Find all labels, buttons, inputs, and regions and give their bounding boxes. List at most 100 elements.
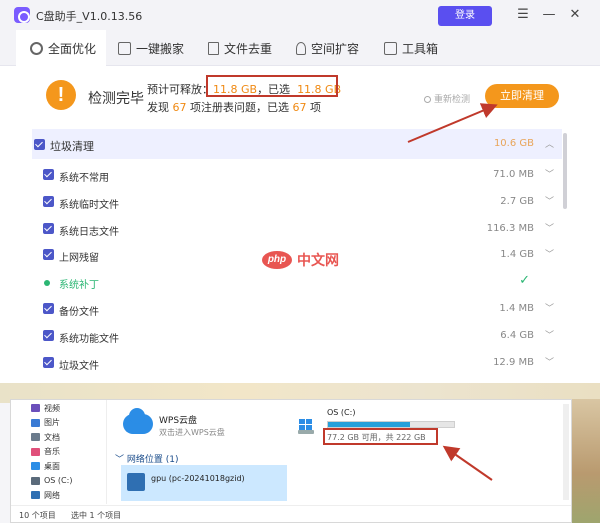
junk-item-label: 系统功能文件 [59, 333, 119, 345]
junk-item-row[interactable]: 垃圾文件 12.9 MB ﹀ [32, 350, 562, 377]
windows-drive-icon[interactable] [297, 419, 315, 434]
done-dot-icon [44, 280, 50, 287]
scan-status-panel: ! 检测完毕 预计可释放：11.8 GB，已选 11.8 GB 发现 67 项注… [32, 66, 568, 126]
junk-item-size: 71.0 MB [493, 169, 534, 180]
tab-toolbox[interactable]: 工具箱 [384, 30, 438, 66]
junk-item-label: 系统临时文件 [59, 199, 119, 211]
found-prefix: 发现 [147, 101, 169, 114]
rescan-link[interactable]: 重新检测 [424, 92, 470, 105]
junk-item-checkbox[interactable] [43, 329, 54, 341]
login-button[interactable]: 登录 [438, 6, 492, 26]
chevron-down-icon[interactable]: ﹀ [545, 221, 554, 234]
clean-now-button[interactable]: 立即清理 [485, 84, 559, 108]
network-locations-header[interactable]: ﹀ 网络位置 (1) [115, 452, 179, 465]
wps-cloud-name[interactable]: WPS云盘 [159, 413, 197, 426]
junk-item-row[interactable]: 系统不常用 71.0 MB ﹀ [32, 162, 562, 189]
tab-one-click-move[interactable]: 一键搬家 [118, 30, 184, 66]
watermark-text: 中文网 [297, 253, 339, 269]
status-title: 检测完毕 [88, 91, 144, 107]
rescan-label: 重新检测 [434, 95, 471, 105]
wps-cloud-desc: 双击进入WPS云盘 [159, 428, 225, 437]
junk-item-label: 上网残留 [59, 253, 99, 265]
tab-label: 空间扩容 [311, 41, 360, 56]
desktop-background-right [572, 399, 600, 523]
junk-item-size: 6.4 GB [500, 329, 534, 341]
junk-item-row[interactable]: 系统补丁 ✓ [32, 269, 562, 296]
tab-label: 文件去重 [224, 41, 273, 56]
sidebar-item-label: OS (C:) [44, 476, 73, 485]
box-icon [118, 41, 131, 55]
junk-item-checkbox[interactable] [43, 222, 54, 234]
sidebar-item[interactable]: 网络 [31, 487, 60, 503]
chevron-down-icon[interactable]: ﹀ [545, 167, 554, 180]
found-count: 67 [172, 101, 187, 114]
title-bar: C盘助手_V1.0.13.56 登录 ☰ — ✕ [0, 0, 600, 30]
junk-item-checkbox[interactable] [43, 356, 54, 368]
list-scrollbar[interactable] [563, 133, 567, 209]
explorer-sidebar: 视频 图片 文档 音乐 桌面 OS (C:) 网络 [11, 400, 107, 504]
drive-name[interactable]: OS (C:) [327, 408, 355, 417]
junk-item-size: 12.9 MB [493, 356, 534, 368]
junk-item-checkbox[interactable] [43, 195, 54, 207]
tab-full-optimize[interactable]: 全面优化 [16, 30, 106, 66]
chevron-up-icon[interactable]: ︿ [545, 137, 554, 150]
chevron-down-icon[interactable]: ﹀ [545, 247, 554, 260]
folder-icon [31, 418, 40, 427]
warning-icon: ! [46, 80, 76, 110]
tab-space-expand[interactable]: 空间扩容 [296, 30, 359, 66]
refresh-icon [424, 96, 431, 103]
chevron-down-icon[interactable]: ﹀ [545, 301, 554, 314]
gear-icon [30, 41, 43, 55]
junk-item-row[interactable]: 系统日志文件 116.3 MB ﹀ [32, 216, 562, 243]
network-location-item[interactable]: gpu (pc-20241018gzid) [121, 465, 287, 501]
cloud-icon[interactable] [123, 408, 153, 434]
file-icon [208, 41, 219, 55]
watermark-logo: php [262, 251, 292, 269]
chevron-down-icon: ﹀ [115, 455, 125, 465]
junk-item-checkbox[interactable] [43, 249, 54, 261]
junk-item-label: 系统补丁 [59, 280, 99, 292]
category-label: 垃圾清理 [50, 140, 94, 153]
category-checkbox[interactable] [34, 139, 45, 150]
explorer-scrollbar[interactable] [563, 404, 569, 500]
junk-item-checkbox[interactable] [43, 169, 54, 180]
chevron-down-icon[interactable]: ﹀ [545, 194, 554, 207]
item-count: 10 个项目 [19, 511, 56, 520]
tab-file-dedupe[interactable]: 文件去重 [208, 30, 272, 66]
app-title: C盘助手_V1.0.13.56 [36, 10, 143, 23]
menu-icon[interactable]: ☰ [512, 5, 534, 25]
junk-item-size: 1.4 MB [499, 303, 534, 314]
found-mid: 项注册表问题，已选 [190, 101, 289, 114]
sidebar-item-label: 视频 [44, 403, 60, 413]
annotation-highlight-box [206, 75, 338, 97]
minimize-icon[interactable]: — [538, 5, 560, 25]
close-icon[interactable]: ✕ [564, 5, 586, 25]
folder-icon [31, 476, 40, 485]
tab-label: 一键搬家 [136, 41, 185, 56]
junk-item-label: 垃圾文件 [59, 360, 99, 372]
selection-count: 选中 1 个项目 [71, 511, 122, 520]
folder-icon [31, 462, 40, 470]
toolbox-icon [384, 41, 397, 55]
junk-item-label: 系统日志文件 [59, 226, 119, 238]
sidebar-item-label: 文档 [44, 432, 60, 442]
junk-item-row[interactable]: 系统临时文件 2.7 GB ﹀ [32, 189, 562, 216]
junk-category-header[interactable]: 垃圾清理 10.6 GB ︿ [32, 129, 562, 159]
junk-item-size: 2.7 GB [500, 195, 534, 207]
junk-item-checkbox[interactable] [43, 303, 54, 314]
found-suffix: 项 [310, 101, 321, 114]
junk-item-row[interactable]: 系统功能文件 6.4 GB ﹀ [32, 323, 562, 350]
junk-item-row[interactable]: 备份文件 1.4 MB ﹀ [32, 296, 562, 323]
file-explorer-window: 视频 图片 文档 音乐 桌面 OS (C:) 网络 WPS云盘 双击进入WPS云盘 OS (… [10, 399, 572, 523]
chevron-down-icon[interactable]: ﹀ [545, 328, 554, 341]
folder-icon [31, 433, 40, 441]
explorer-content: WPS云盘 双击进入WPS云盘 OS (C:) 77.2 GB 可用，共 222… [109, 400, 571, 504]
main-tabs: 全面优化 一键搬家 文件去重 空间扩容 工具箱 [0, 30, 600, 66]
annotation-highlight-box [323, 428, 438, 445]
chevron-down-icon[interactable]: ﹀ [545, 355, 554, 368]
selected-count: 67 [292, 101, 307, 114]
folder-icon [31, 404, 40, 412]
network-location-name: gpu (pc-20241018gzid) [151, 474, 245, 483]
check-icon: ✓ [519, 273, 530, 289]
folder-icon [31, 447, 40, 456]
